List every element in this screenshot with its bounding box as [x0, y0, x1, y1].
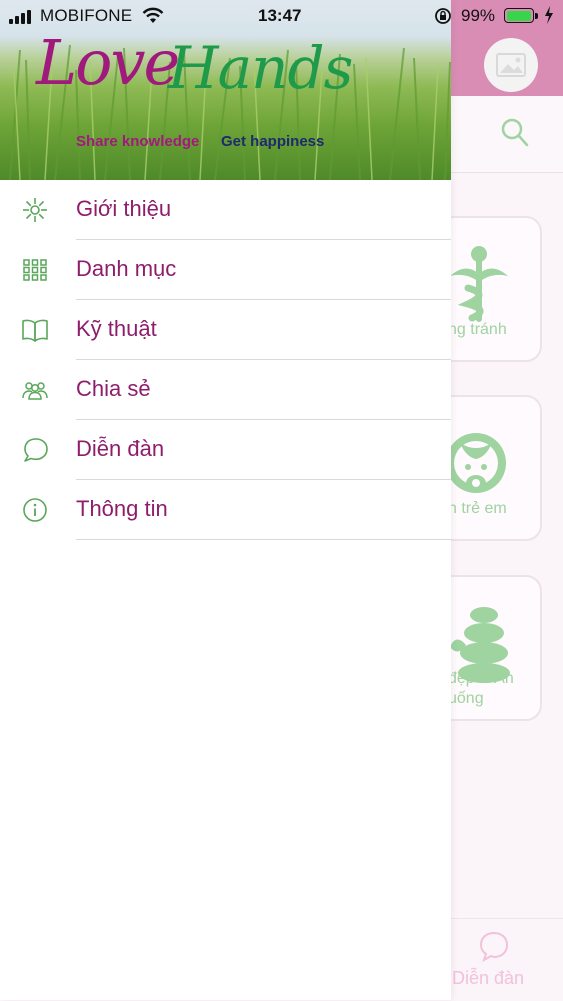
lovehands-logo: Love Hands	[36, 26, 416, 122]
wifi-icon	[142, 7, 164, 23]
charging-bolt-icon	[545, 6, 553, 24]
battery-nub	[535, 13, 538, 19]
avatar[interactable]	[484, 38, 538, 92]
logo-love-text: Love	[36, 26, 180, 99]
menu-item-label: Thông tin	[76, 496, 168, 521]
carrier-name: MOBIFONE	[40, 6, 133, 25]
divider	[76, 539, 451, 540]
logo-hands-text: Hands	[168, 34, 353, 102]
baby-face-icon	[446, 433, 506, 493]
chat-icon[interactable]	[478, 930, 510, 962]
menu-item-label: Giới thiệu	[76, 196, 172, 221]
info-icon	[23, 498, 47, 522]
tagline-share: Share knowledge	[76, 133, 200, 150]
menu-item-techniques[interactable]: Kỹ thuật	[0, 300, 451, 360]
menu-item-forum[interactable]: Diễn đàn	[0, 420, 451, 480]
tagline-happiness: Get happiness	[221, 133, 325, 150]
medical-caduceus-icon	[450, 246, 508, 322]
battery-percent: 99%	[461, 6, 496, 25]
grid-icon	[23, 259, 47, 281]
image-placeholder-icon	[496, 53, 526, 77]
chat-icon	[24, 438, 48, 462]
tab-forum-label[interactable]: Diễn đàn	[452, 968, 524, 989]
status-bar: MOBIFONE 13:47 99%	[0, 0, 563, 32]
flower-icon	[23, 198, 47, 222]
people-icon	[22, 382, 48, 400]
battery-icon	[504, 8, 534, 23]
rotation-lock-icon	[435, 8, 451, 24]
menu-item-label: Danh mục	[76, 256, 177, 281]
drawer-menu: Giới thiệu Danh mục Kỹ thuật Chia sẻ Diễ…	[0, 180, 451, 540]
clock: 13:47	[258, 6, 302, 25]
menu-item-sharing[interactable]: Chia sẻ	[0, 360, 451, 420]
menu-item-info[interactable]: Thông tin	[0, 480, 451, 540]
side-drawer: Love Hands Share knowledge Get happiness…	[0, 0, 451, 1000]
menu-item-introduction[interactable]: Giới thiệu	[0, 180, 451, 240]
menu-item-label: Kỹ thuật	[76, 316, 157, 341]
menu-item-label: Diễn đàn	[76, 436, 165, 461]
signal-strength-icon	[9, 10, 31, 24]
menu-item-categories[interactable]: Danh mục	[0, 240, 451, 300]
menu-item-label: Chia sẻ	[76, 376, 151, 401]
search-icon[interactable]	[500, 117, 530, 149]
book-icon	[22, 319, 48, 342]
